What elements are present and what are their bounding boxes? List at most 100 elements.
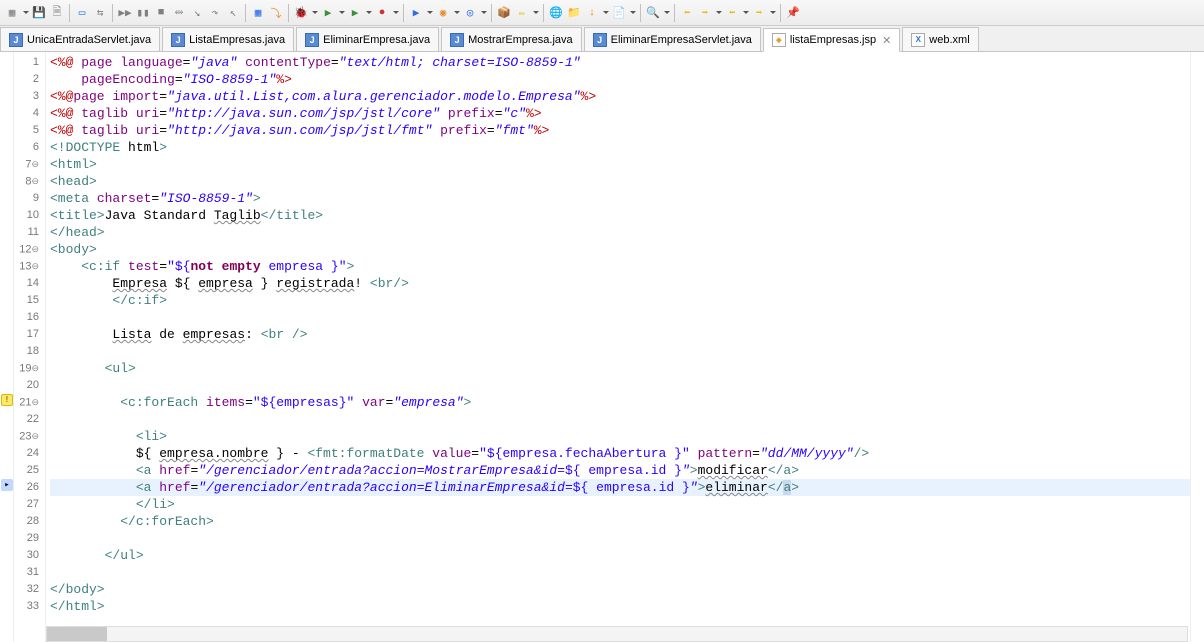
line-number[interactable]: 13⊖ (16, 258, 39, 275)
code-line[interactable]: </c:forEach> (50, 513, 1200, 530)
code-line[interactable]: <ul> (50, 360, 1200, 377)
fwd-dropdown[interactable] (715, 5, 722, 21)
line-number[interactable]: 27 (16, 496, 39, 513)
save-icon[interactable]: 💾 (31, 5, 47, 21)
next-dropdown[interactable] (769, 5, 776, 21)
tab-eliminarempresa[interactable]: J EliminarEmpresa.java (296, 27, 439, 51)
line-number[interactable]: 20 (16, 377, 39, 394)
tab-listaempresas-jsp[interactable]: listaEmpresas.jsp ✕ (763, 28, 900, 52)
start-server-icon[interactable]: ▶ (408, 5, 424, 21)
suspend-icon[interactable]: ▮▮ (135, 5, 151, 21)
line-number[interactable]: 23⊖ (16, 428, 39, 445)
line-number[interactable]: 4 (16, 105, 39, 122)
server3-dropdown[interactable] (480, 5, 487, 21)
back-icon[interactable]: ⬅ (679, 5, 695, 21)
new-folder-icon[interactable]: 📁 (566, 5, 582, 21)
step-into-icon[interactable]: ↘ (189, 5, 205, 21)
new-jsp-icon[interactable]: ↓ (584, 5, 600, 21)
tab-eliminarempresaservlet[interactable]: J EliminarEmpresaServlet.java (584, 27, 761, 51)
start-server-dropdown[interactable] (426, 5, 433, 21)
tab-listaempresas[interactable]: J ListaEmpresas.java (162, 27, 294, 51)
code-line[interactable]: </body> (50, 581, 1200, 598)
code-line[interactable] (50, 564, 1200, 581)
code-line[interactable]: <c:if test="${not empty empresa }"> (50, 258, 1200, 275)
code-line[interactable] (50, 411, 1200, 428)
code-line[interactable]: <a href="/gerenciador/entrada?accion=Eli… (50, 479, 1200, 496)
line-number[interactable]: 19⊖ (16, 360, 39, 377)
code-line[interactable]: Empresa ${ empresa } registrada! <br/> (50, 275, 1200, 292)
forward-icon[interactable]: ➡ (697, 5, 713, 21)
line-number[interactable]: 18 (16, 343, 39, 360)
line-number[interactable]: 10 (16, 207, 39, 224)
last-edit-icon[interactable]: ⬅ (724, 5, 740, 21)
type-dropdown[interactable] (532, 5, 539, 21)
tab-mostrarempresa[interactable]: J MostrarEmpresa.java (441, 27, 582, 51)
search-dropdown[interactable] (663, 5, 670, 21)
code-line[interactable]: <%@page import="java.util.List,com.alura… (50, 88, 1200, 105)
warning-marker[interactable]: ! (1, 394, 13, 406)
profile-server-icon[interactable]: ◉ (435, 5, 451, 21)
code-line[interactable] (50, 343, 1200, 360)
disconnect-icon[interactable]: ⥈ (171, 5, 187, 21)
run-last-dropdown[interactable] (392, 5, 399, 21)
search-icon[interactable]: 🔍 (645, 5, 661, 21)
line-number[interactable]: 9 (16, 190, 39, 207)
run-dropdown[interactable] (338, 5, 345, 21)
line-number[interactable]: 33 (16, 598, 39, 615)
coverage-dropdown[interactable] (365, 5, 372, 21)
toggle-mark-icon[interactable]: ▦ (250, 5, 266, 21)
line-number[interactable]: 14 (16, 275, 39, 292)
step-return-icon[interactable]: ↖ (225, 5, 241, 21)
line-number[interactable]: 25 (16, 462, 39, 479)
line-number[interactable]: 15 (16, 292, 39, 309)
new-package-icon[interactable]: 📦 (496, 5, 512, 21)
line-number[interactable]: 7⊖ (16, 156, 39, 173)
code-line[interactable]: Lista de empresas: <br /> (50, 326, 1200, 343)
new-dropdown[interactable] (22, 5, 29, 21)
code-line[interactable]: <html> (50, 156, 1200, 173)
line-number[interactable]: 5 (16, 122, 39, 139)
close-tab-icon[interactable]: ✕ (882, 34, 891, 47)
code-line[interactable]: <%@ taglib uri="http://java.sun.com/jsp/… (50, 122, 1200, 139)
debug-icon[interactable]: 🐞 (293, 5, 309, 21)
line-number[interactable]: 6 (16, 139, 39, 156)
line-number[interactable]: 11 (16, 224, 39, 241)
step-over-icon[interactable]: ↷ (207, 5, 223, 21)
jsp-dropdown[interactable] (602, 5, 609, 21)
code-line[interactable]: <a href="/gerenciador/entrada?accion=Mos… (50, 462, 1200, 479)
code-line[interactable]: <!DOCTYPE html> (50, 139, 1200, 156)
run-icon[interactable]: ▶ (320, 5, 336, 21)
code-line[interactable]: </ul> (50, 547, 1200, 564)
toggle-breadcrumb-icon[interactable]: ▭ (74, 5, 90, 21)
code-line[interactable] (50, 530, 1200, 547)
code-line[interactable]: </html> (50, 598, 1200, 615)
last-dropdown[interactable] (742, 5, 749, 21)
scrollbar-thumb[interactable] (47, 627, 107, 641)
code-line[interactable] (50, 377, 1200, 394)
tab-unicaentradaservlet[interactable]: J UnicaEntradaServlet.java (0, 27, 160, 51)
line-number[interactable]: 22 (16, 411, 39, 428)
line-number[interactable]: 3 (16, 88, 39, 105)
line-number[interactable]: 12⊖ (16, 241, 39, 258)
terminate-icon[interactable]: ■ (153, 5, 169, 21)
code-line[interactable]: </head> (50, 224, 1200, 241)
line-number[interactable]: 32 (16, 581, 39, 598)
code-line[interactable]: <%@ page language="java" contentType="te… (50, 54, 1200, 71)
line-number[interactable]: 16 (16, 309, 39, 326)
line-number[interactable]: 29 (16, 530, 39, 547)
line-number[interactable]: 26 (16, 479, 39, 496)
code-line[interactable]: <%@ taglib uri="http://java.sun.com/jsp/… (50, 105, 1200, 122)
code-line[interactable] (50, 309, 1200, 326)
code-line[interactable]: <meta charset="ISO-8859-1"> (50, 190, 1200, 207)
next-annotation-icon[interactable]: ⤵ (268, 5, 284, 21)
code-line[interactable]: <head> (50, 173, 1200, 190)
next-edit-icon[interactable]: ➡ (751, 5, 767, 21)
save-all-icon[interactable]: 🗎 (49, 5, 65, 21)
publish-icon[interactable]: ◎ (462, 5, 478, 21)
resume-icon[interactable]: ▶▶ (117, 5, 133, 21)
code-line[interactable]: </c:if> (50, 292, 1200, 309)
type-icon[interactable]: ✏ (514, 5, 530, 21)
new-icon[interactable]: ▦ (4, 5, 20, 21)
code-line[interactable]: </li> (50, 496, 1200, 513)
code-line[interactable]: pageEncoding="ISO-8859-1"%> (50, 71, 1200, 88)
